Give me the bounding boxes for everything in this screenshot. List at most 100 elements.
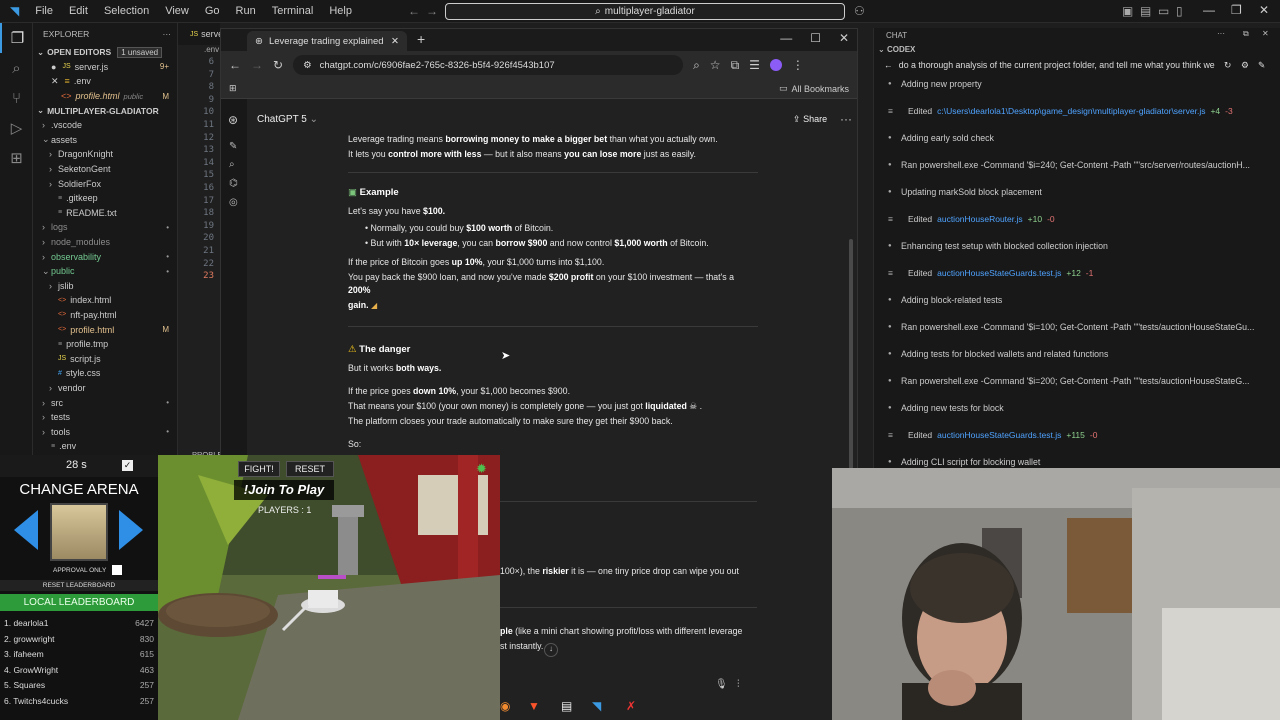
bottom-panel-icon[interactable]: ▭ xyxy=(1158,4,1169,18)
close-window-icon[interactable]: ✕ xyxy=(839,31,849,45)
reset-button[interactable]: RESET xyxy=(286,461,334,477)
gpts-icon[interactable]: ◎ xyxy=(229,197,238,208)
chatgpt-logo-icon[interactable]: ⊛ xyxy=(228,113,238,127)
tree-item[interactable]: › observability • xyxy=(33,249,177,264)
settings-gear-icon[interactable]: ⚙ xyxy=(1241,60,1249,71)
new-thread-icon[interactable]: ✎ xyxy=(1258,60,1265,71)
extensions-icon[interactable]: ⊞ xyxy=(0,143,33,173)
tree-item[interactable]: › src • xyxy=(33,395,177,410)
maximize-icon[interactable]: ⧉ xyxy=(1243,29,1249,39)
app-taskbar-icon[interactable]: ▤ xyxy=(561,699,572,713)
close-tab-icon[interactable]: ✕ xyxy=(391,36,399,47)
menu-file[interactable]: File xyxy=(27,5,61,17)
history-icon[interactable]: ↻ xyxy=(1224,60,1231,71)
codex-edit-file[interactable]: auctionHouseRouter.js xyxy=(937,214,1023,224)
tree-item[interactable]: ⌄ public • xyxy=(33,264,177,279)
codex-edit-file[interactable]: auctionHouseStateGuards.test.js xyxy=(937,268,1061,278)
approval-only-checkbox[interactable] xyxy=(112,565,122,575)
browser-tab[interactable]: ⊛ Leverage trading explained ✕ xyxy=(247,31,407,51)
back-arrow-icon[interactable]: ← xyxy=(408,4,420,18)
tree-item[interactable]: <> index.html xyxy=(33,293,177,308)
close-icon[interactable]: ✕ xyxy=(1259,3,1269,17)
menu-view[interactable]: View xyxy=(157,5,197,17)
scrollbar[interactable] xyxy=(849,239,853,469)
tree-item[interactable]: ≡ README.txt xyxy=(33,206,177,221)
tree-item[interactable]: ≡ .env xyxy=(33,439,177,454)
browser-menu-icon[interactable]: ⋮ xyxy=(792,58,804,72)
restore-icon[interactable]: ❐ xyxy=(1231,3,1242,17)
project-header[interactable]: ⌄ MULTIPLAYER-GLADIATOR xyxy=(33,103,177,118)
media-icon[interactable]: ☰ xyxy=(749,58,760,72)
tree-item[interactable]: › tools • xyxy=(33,424,177,439)
tree-item[interactable]: # style.css xyxy=(33,366,177,381)
sidebar-toggle-icon[interactable]: ▯ xyxy=(1176,4,1183,18)
game-taskbar-icon[interactable]: ✗ xyxy=(626,699,636,713)
codex-edit-file[interactable]: auctionHouseStateGuards.test.js xyxy=(937,430,1061,440)
back-icon[interactable]: ← xyxy=(884,60,893,70)
menu-help[interactable]: Help xyxy=(321,5,360,17)
timer-checkbox[interactable]: ✓ xyxy=(122,460,133,471)
tree-item[interactable]: ⌄ assets xyxy=(33,133,177,148)
new-chat-icon[interactable]: ✎ xyxy=(229,141,237,152)
run-debug-icon[interactable]: ▷ xyxy=(0,113,33,143)
codex-edit-entry[interactable]: ≡ Edited auctionHouseRouter.js +10 -0 xyxy=(888,214,1060,224)
tree-item[interactable]: › jslib xyxy=(33,279,177,294)
open-editors-header[interactable]: ⌄ OPEN EDITORS 1 unsaved xyxy=(33,45,177,60)
bookmark-star-icon[interactable]: ☆ xyxy=(710,58,721,72)
tree-item[interactable]: › DragonKnight xyxy=(33,147,177,162)
forward-arrow-icon[interactable]: → xyxy=(426,4,438,18)
codex-edit-entry[interactable]: ≡ Edited auctionHouseStateGuards.test.js +1… xyxy=(888,268,1098,278)
extensions-icon[interactable]: ⧉ xyxy=(731,58,740,73)
command-center[interactable]: ⌕ multiplayer-gladiator xyxy=(445,3,845,20)
panel-toggle-icon[interactable]: ▤ xyxy=(1140,4,1151,18)
tree-item[interactable]: › tests xyxy=(33,410,177,425)
more-icon[interactable]: ··· xyxy=(163,29,172,39)
reload-icon[interactable]: ↻ xyxy=(273,58,283,72)
menu-go[interactable]: Go xyxy=(197,5,228,17)
close-icon[interactable]: ✕ xyxy=(1262,29,1269,38)
url-field[interactable]: ⚙ chatgpt.com/c/6906fae2-765c-8326-b5f4-… xyxy=(293,55,684,75)
open-editor-item[interactable]: <> profile.html public M xyxy=(33,89,177,104)
open-editor-item[interactable]: ✕ ≡ .env xyxy=(33,74,177,89)
model-selector[interactable]: ChatGPT 5 ⌄ xyxy=(257,114,318,125)
explorer-icon[interactable]: ❐ xyxy=(0,23,33,53)
profile-avatar[interactable] xyxy=(769,59,782,71)
tree-item[interactable]: › SeketonGent xyxy=(33,162,177,177)
share-button[interactable]: ⇪ Share xyxy=(793,114,827,125)
reset-leaderboard-button[interactable]: RESET LEADERBOARD xyxy=(0,580,158,591)
mic-icon[interactable]: 🎙 xyxy=(715,679,728,690)
fight-button[interactable]: FIGHT! xyxy=(238,461,280,477)
layout-toggle-icon[interactable]: ▣ xyxy=(1122,4,1133,18)
tree-item[interactable]: <> profile.html M xyxy=(33,322,177,337)
open-editor-item[interactable]: ● JS server.js 9+ xyxy=(33,60,177,75)
scroll-down-icon[interactable]: ↓ xyxy=(544,643,558,657)
tree-item[interactable]: › vendor xyxy=(33,381,177,396)
tree-item[interactable]: <> nft-pay.html xyxy=(33,308,177,323)
search-icon[interactable]: ⌕ xyxy=(0,53,33,83)
tree-item[interactable]: › SoldierFox xyxy=(33,176,177,191)
tree-item[interactable]: › node_modules xyxy=(33,235,177,250)
codex-edit-entry[interactable]: ≡ Edited c:\Users\dearlola1\Desktop\game_d… xyxy=(888,106,1238,116)
menu-edit[interactable]: Edit xyxy=(61,5,96,17)
vscode-taskbar-icon[interactable]: ◥ xyxy=(592,699,601,713)
tree-item[interactable]: › .vscode xyxy=(33,118,177,133)
voice-mode-icon[interactable]: ⫶ xyxy=(737,679,740,690)
arena-prev-button[interactable] xyxy=(14,510,38,550)
apps-grid-icon[interactable]: ⊞ xyxy=(229,83,237,94)
close-icon[interactable]: ✕ xyxy=(51,76,59,87)
minimize-icon[interactable]: — xyxy=(780,31,792,45)
tree-item[interactable]: JS script.js xyxy=(33,351,177,366)
menu-run[interactable]: Run xyxy=(228,5,264,17)
tree-item[interactable]: ≡ .gitkeep xyxy=(33,191,177,206)
tree-item[interactable]: › logs • xyxy=(33,220,177,235)
tree-item[interactable]: ≡ profile.tmp xyxy=(33,337,177,352)
forward-icon[interactable]: → xyxy=(251,58,263,72)
conversation-menu-icon[interactable]: ··· xyxy=(840,112,852,126)
back-icon[interactable]: ← xyxy=(229,58,241,72)
menu-terminal[interactable]: Terminal xyxy=(264,5,322,17)
maximize-icon[interactable]: ☐ xyxy=(810,31,821,45)
codex-edit-entry[interactable]: ≡ Edited auctionHouseStateGuards.test.js +1… xyxy=(888,430,1102,440)
library-icon[interactable]: ⌬ xyxy=(229,178,238,189)
zoom-icon[interactable]: ⌕ xyxy=(693,58,700,73)
new-tab-icon[interactable]: + xyxy=(417,31,425,47)
